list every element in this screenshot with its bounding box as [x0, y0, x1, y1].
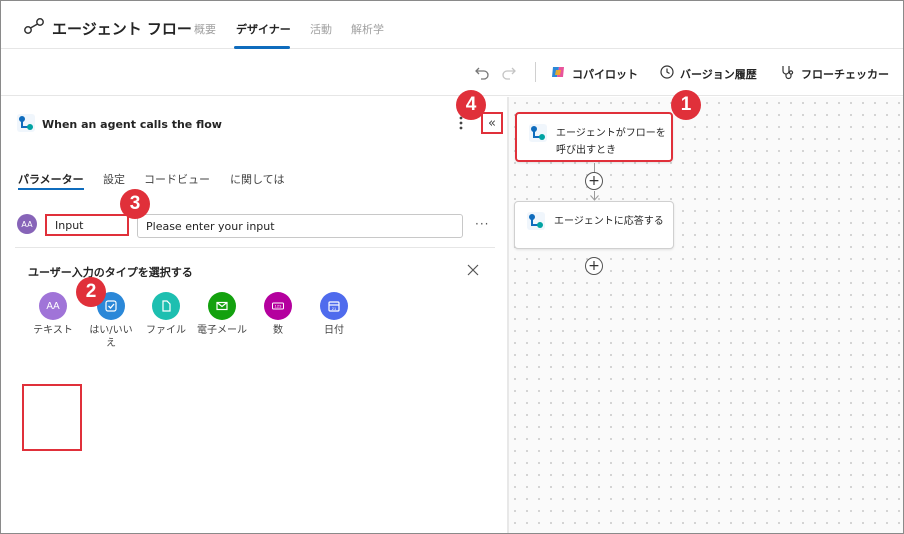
text-option-highlight [22, 384, 82, 451]
agent-respond-icon [527, 212, 545, 230]
tab-analytics[interactable]: 解析学 [351, 21, 384, 37]
svg-text:21: 21 [332, 306, 337, 311]
trigger-properties-panel: When an agent calls the flow « パラメーター 設定… [1, 97, 508, 533]
type-picker-title: ユーザー入力のタイプを選択する [28, 266, 193, 279]
agent-flow-icon [24, 18, 44, 34]
redo-icon[interactable] [501, 64, 517, 80]
date-icon: 21 [320, 292, 348, 320]
type-option-email[interactable]: 電子メール [197, 292, 247, 337]
type-option-label: 日付 [324, 325, 344, 336]
text-icon: AA [39, 292, 67, 320]
type-option-label: テキスト [33, 325, 73, 336]
flow-checker-button[interactable]: フローチェッカー [801, 66, 889, 82]
respond-node[interactable]: エージェントに応答する [514, 201, 674, 249]
version-history-icon[interactable] [659, 64, 675, 80]
app-header: エージェント フロー 概要 デザイナー 活動 解析学 [1, 1, 903, 49]
collapse-panel-button[interactable]: « [481, 112, 503, 134]
email-icon [208, 292, 236, 320]
callout-badge-1: 1 [671, 90, 701, 120]
add-step-button[interactable]: + [585, 257, 603, 275]
type-option-text[interactable]: AA テキスト [28, 292, 78, 337]
copilot-button[interactable]: コパイロット [572, 66, 638, 82]
type-option-label: 電子メール [197, 325, 247, 336]
type-option-label: 数 [273, 325, 283, 336]
tab-settings[interactable]: 設定 [103, 171, 125, 187]
number-icon: 123 [264, 292, 292, 320]
active-panel-tab-indicator [18, 188, 84, 190]
double-chevron-left-icon: « [488, 115, 496, 131]
app-title: エージェント フロー [52, 20, 192, 38]
callout-badge-3: 3 [120, 189, 150, 219]
trigger-node[interactable]: エージェントがフローを呼び出すとき [515, 112, 673, 162]
file-icon [152, 292, 180, 320]
type-option-label: ファイル [146, 325, 186, 336]
svg-text:123: 123 [275, 304, 282, 309]
plus-icon: + [588, 173, 600, 189]
tab-about[interactable]: に関しては [230, 171, 284, 187]
type-option-file[interactable]: ファイル [141, 292, 191, 337]
tab-activity[interactable]: 活動 [310, 21, 332, 37]
input-more-button[interactable]: ··· [475, 217, 489, 231]
callout-badge-2: 2 [76, 277, 106, 307]
type-option-date[interactable]: 21 日付 [309, 292, 359, 337]
flow-canvas[interactable]: エージェントがフローを呼び出すとき + エージェントに応答する + [509, 97, 903, 533]
divider [15, 247, 495, 248]
plus-icon: + [588, 258, 600, 274]
toolbar-separator [535, 62, 536, 82]
trigger-node-label: エージェントがフローを呼び出すとき [556, 128, 666, 156]
text-type-icon: AA [17, 214, 37, 234]
tab-designer[interactable]: デザイナー [236, 21, 291, 37]
stethoscope-icon[interactable] [780, 64, 796, 80]
type-option-number[interactable]: 123 数 [253, 292, 303, 337]
input-name-field[interactable]: Input [45, 214, 129, 236]
close-icon[interactable] [466, 263, 480, 277]
agent-trigger-icon [17, 114, 35, 132]
version-history-button[interactable]: バージョン履歴 [680, 66, 757, 82]
input-prompt-field[interactable]: Please enter your input [137, 214, 463, 238]
tab-code-view[interactable]: コードビュー [144, 171, 210, 187]
tab-overview[interactable]: 概要 [194, 21, 216, 37]
callout-badge-4: 4 [456, 90, 486, 120]
respond-node-label: エージェントに応答する [554, 216, 664, 227]
add-step-button[interactable]: + [585, 172, 603, 190]
active-tab-indicator [234, 46, 290, 49]
type-option-label: はい/いいえ [89, 325, 133, 349]
agent-trigger-icon [529, 124, 547, 142]
copilot-icon[interactable] [550, 64, 566, 80]
toolbar: コパイロット バージョン履歴 フローチェッカー [1, 50, 903, 96]
undo-icon[interactable] [474, 64, 490, 80]
trigger-title: When an agent calls the flow [42, 118, 222, 131]
tab-parameters[interactable]: パラメーター [18, 171, 84, 187]
